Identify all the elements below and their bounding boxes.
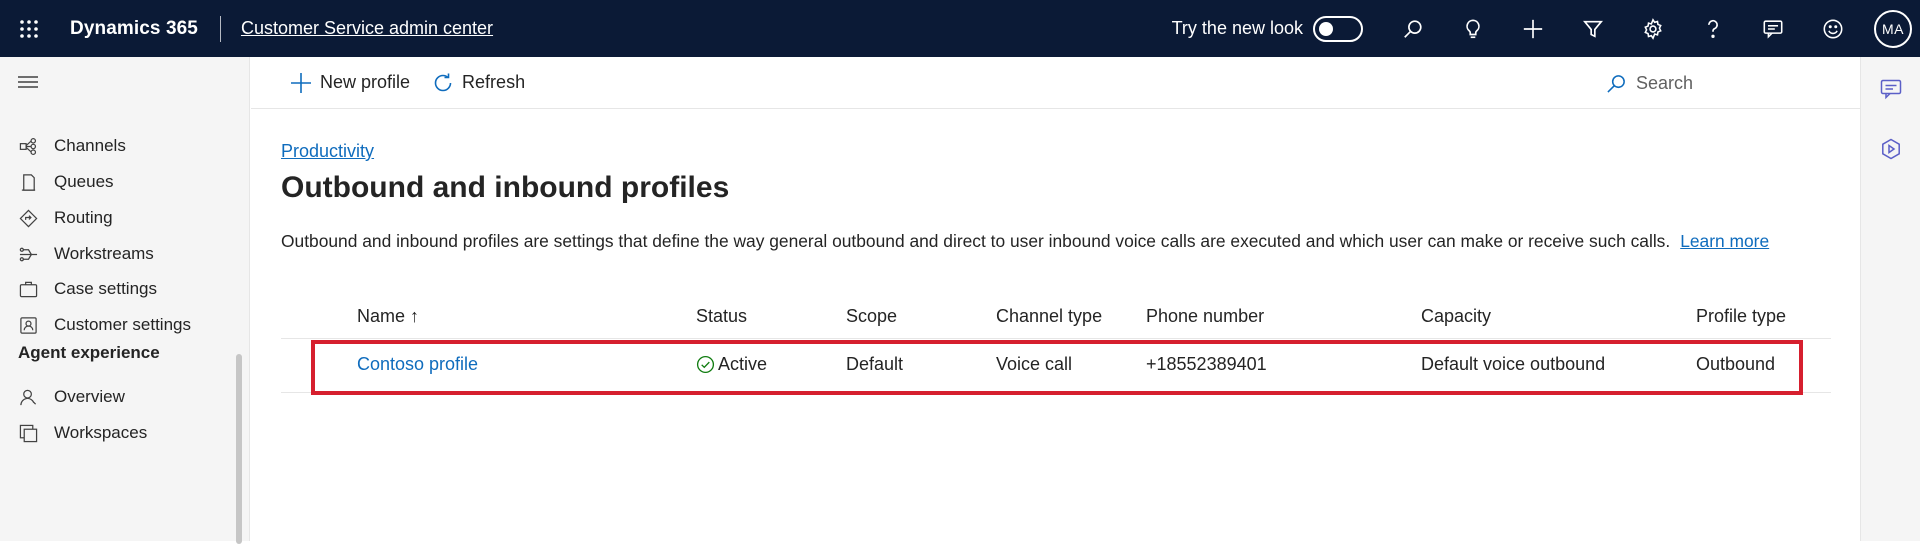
column-header-scope[interactable]: Scope xyxy=(846,306,897,327)
sidebar-item-label: Workspaces xyxy=(54,423,148,442)
app-launcher-icon[interactable] xyxy=(0,0,57,57)
help-icon[interactable] xyxy=(1683,0,1743,57)
sidebar-item-label: Case settings xyxy=(54,279,157,298)
chat-icon[interactable] xyxy=(1879,77,1903,101)
refresh-button[interactable]: Refresh xyxy=(432,72,525,94)
case-settings-icon xyxy=(17,278,39,300)
routing-icon xyxy=(17,207,39,229)
plus-icon[interactable] xyxy=(1503,0,1563,57)
chat-icon[interactable] xyxy=(1743,0,1803,57)
sidebar-item-queues[interactable]: Queues xyxy=(0,164,240,200)
workstreams-icon xyxy=(17,243,39,265)
overview-icon xyxy=(17,386,39,408)
plus-icon xyxy=(291,72,311,93)
try-new-look-label: Try the new look xyxy=(1171,18,1303,38)
refresh-label: Refresh xyxy=(462,72,526,92)
right-rail xyxy=(1860,57,1920,541)
refresh-icon xyxy=(434,73,452,91)
breadcrumb-productivity[interactable]: Productivity xyxy=(281,141,374,162)
sidebar-item-customer-settings[interactable]: Customer settings xyxy=(0,307,240,343)
column-header-status[interactable]: Status xyxy=(696,306,747,327)
command-bar: New profile Refresh Search xyxy=(251,57,1860,109)
learn-more-link[interactable]: Learn more xyxy=(1680,231,1769,251)
filter-icon[interactable] xyxy=(1563,0,1623,57)
topbar-actions: Try the new look MA xyxy=(1172,0,1920,57)
toggle-knob xyxy=(1319,21,1333,36)
new-profile-button[interactable]: New profile xyxy=(290,72,410,94)
column-header-channel-type[interactable]: Channel type xyxy=(996,306,1102,327)
sidebar-item-label: Customer settings xyxy=(54,315,191,334)
sidebar: Channels Queues Routing Workstreams Case… xyxy=(0,57,250,544)
sidebar-item-label: Channels xyxy=(54,136,126,155)
hamburger-menu-icon[interactable] xyxy=(16,73,40,91)
description-text: Outbound and inbound profiles are settin… xyxy=(281,231,1671,251)
sidebar-item-label: Routing xyxy=(54,208,113,227)
settings-gear-icon[interactable] xyxy=(1623,0,1683,57)
main-content: Productivity Outbound and inbound profil… xyxy=(251,109,1860,541)
sidebar-item-routing[interactable]: Routing xyxy=(0,200,240,236)
title-divider xyxy=(219,15,221,42)
highlight-box xyxy=(311,340,1803,395)
new-profile-label: New profile xyxy=(320,72,411,92)
sidebar-item-overview[interactable]: Overview xyxy=(0,379,240,415)
column-header-name[interactable]: Name ↑ xyxy=(357,306,419,327)
grid-header: Name ↑ Status Scope Channel type Phone n… xyxy=(281,294,1831,338)
sidebar-item-label: Workstreams xyxy=(54,244,154,263)
customer-settings-icon xyxy=(17,314,39,336)
sidebar-item-label: Overview xyxy=(54,387,125,406)
search-icon xyxy=(1607,74,1625,93)
search-placeholder: Search xyxy=(1636,72,1694,93)
page-title: Outbound and inbound profiles xyxy=(281,171,730,204)
sidebar-item-case-settings[interactable]: Case settings xyxy=(0,271,240,307)
area-name-link[interactable]: Customer Service admin center xyxy=(241,18,493,39)
search-input[interactable]: Search xyxy=(1606,57,1693,109)
smiley-icon[interactable] xyxy=(1803,0,1863,57)
sidebar-item-label: Queues xyxy=(54,172,114,191)
lightbulb-icon[interactable] xyxy=(1443,0,1503,57)
workspaces-icon xyxy=(17,422,39,444)
queues-icon xyxy=(17,171,39,193)
try-new-look-toggle[interactable] xyxy=(1313,15,1363,42)
column-header-capacity[interactable]: Capacity xyxy=(1421,306,1491,327)
column-header-phone-number[interactable]: Phone number xyxy=(1146,306,1264,327)
sidebar-item-channels[interactable]: Channels xyxy=(0,128,240,164)
copilot-icon[interactable] xyxy=(1879,137,1903,161)
search-icon[interactable] xyxy=(1383,0,1443,57)
page-description: Outbound and inbound profiles are settin… xyxy=(281,231,1769,252)
channels-icon xyxy=(17,135,39,157)
column-header-profile-type[interactable]: Profile type xyxy=(1696,306,1786,327)
sidebar-section-agent-experience: Agent experience xyxy=(18,343,160,362)
user-avatar[interactable]: MA xyxy=(1874,9,1912,48)
sidebar-scrollbar[interactable] xyxy=(236,354,242,544)
sidebar-item-workstreams[interactable]: Workstreams xyxy=(0,236,240,272)
app-name[interactable]: Dynamics 365 xyxy=(70,18,198,40)
sidebar-item-workspaces[interactable]: Workspaces xyxy=(0,415,240,451)
top-bar: Dynamics 365 Customer Service admin cent… xyxy=(0,0,1920,57)
